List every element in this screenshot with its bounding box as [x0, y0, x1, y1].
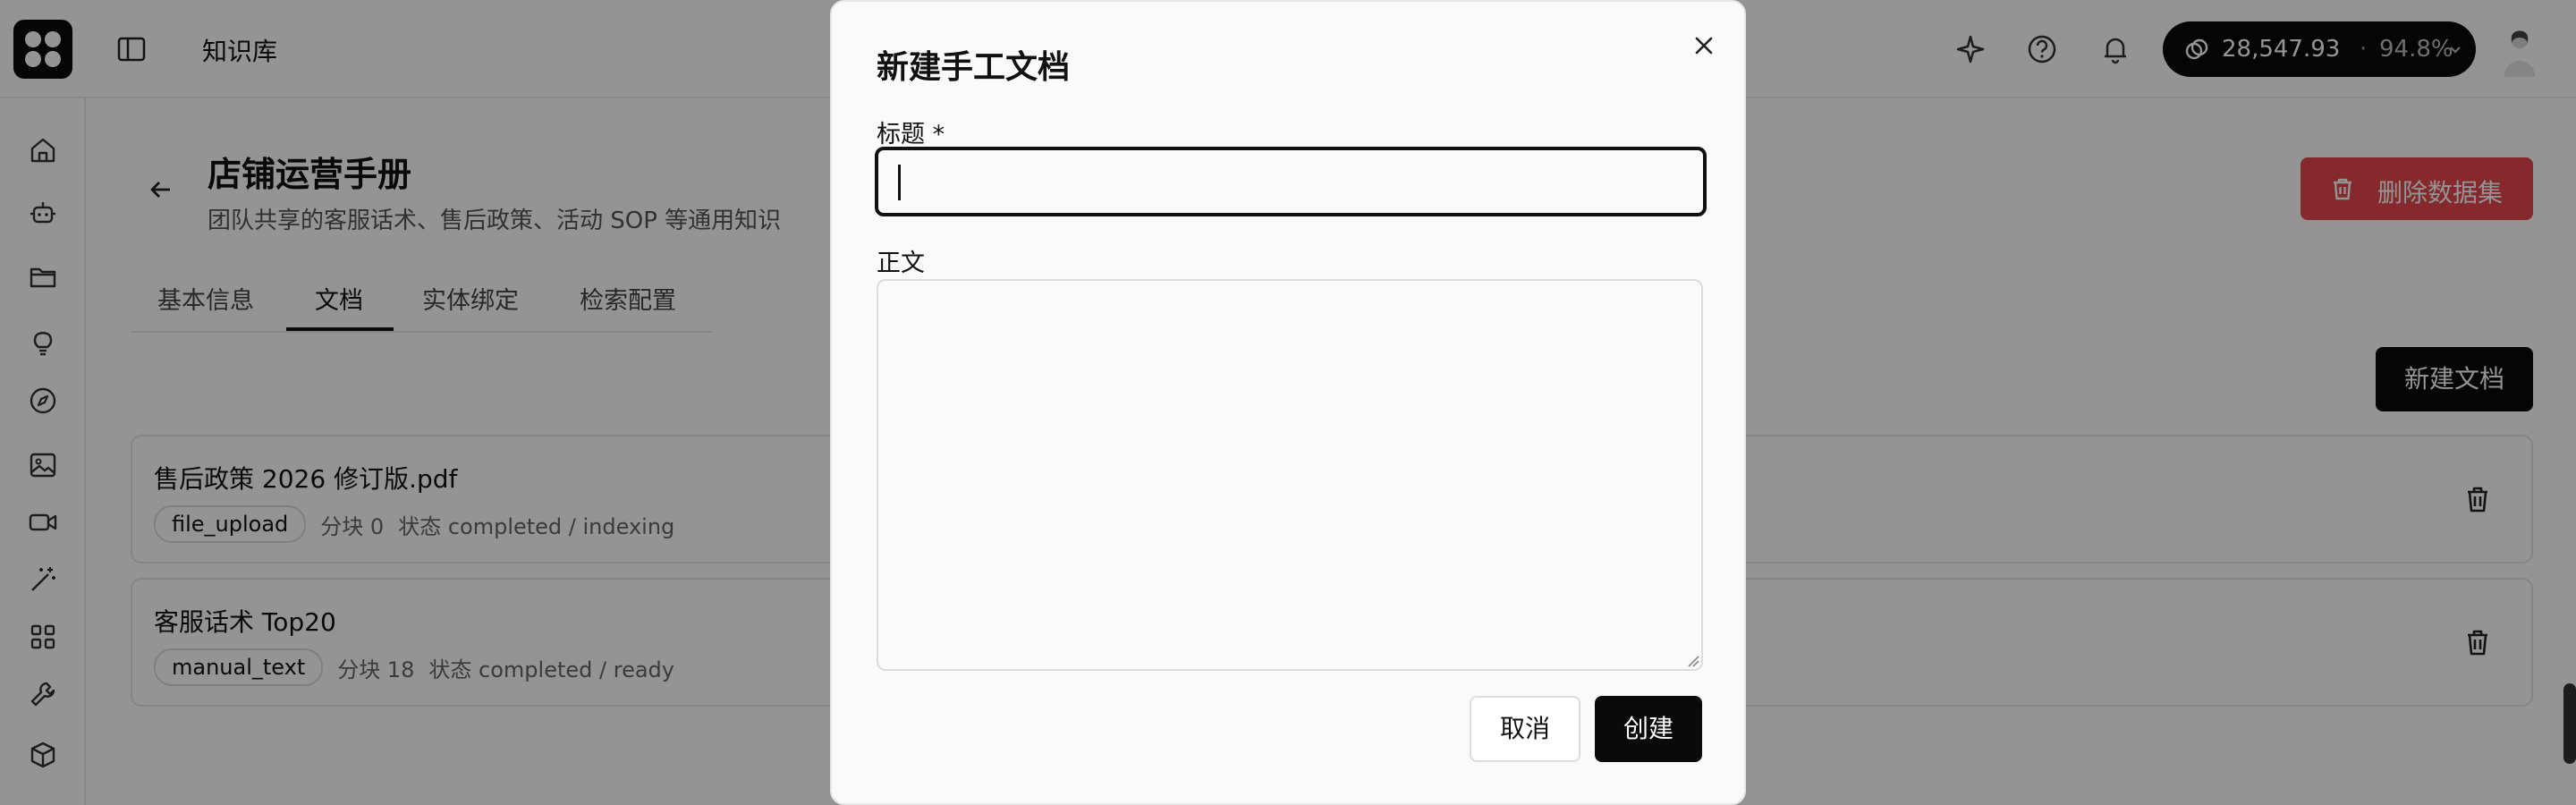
close-icon[interactable] — [1690, 32, 1717, 59]
cancel-button[interactable]: 取消 — [1470, 696, 1580, 762]
new-manual-document-dialog: 新建手工文档 标题 * 正文 取消 创建 — [830, 0, 1746, 805]
dialog-title: 新建手工文档 — [877, 49, 1071, 86]
body-field-label: 正文 — [877, 250, 925, 277]
title-field-label: 标题 * — [877, 121, 945, 148]
title-input[interactable] — [875, 147, 1707, 216]
resize-grip-icon[interactable] — [1685, 653, 1699, 667]
create-button[interactable]: 创建 — [1595, 696, 1702, 762]
body-textarea[interactable] — [877, 279, 1703, 671]
text-caret — [898, 165, 901, 200]
